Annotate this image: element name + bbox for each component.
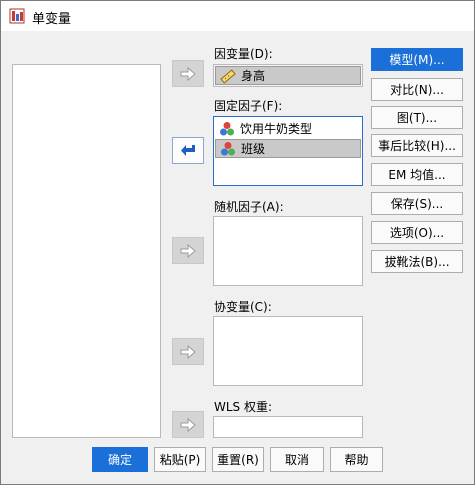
fixed-factors-label: 固定因子(F): <box>214 99 283 113</box>
dependent-field[interactable]: 身高 <box>213 64 363 87</box>
options-button[interactable]: 选项(O)... <box>371 221 463 244</box>
dependent-item[interactable]: 身高 <box>215 66 361 85</box>
window-title: 单变量 <box>32 12 72 27</box>
dialog-window: 单变量 因变量(D): 身高 固定因子(F): 饮用牛奶类型 班级 随机因子(A… <box>0 0 475 485</box>
move-to-covariates-button[interactable] <box>172 338 204 365</box>
model-button[interactable]: 模型(M)... <box>371 48 463 71</box>
wls-weight-field[interactable] <box>213 416 363 438</box>
bootstrap-button[interactable]: 拔靴法(B)... <box>371 250 463 273</box>
list-item[interactable]: 饮用牛奶类型 <box>215 119 361 138</box>
covariates-list[interactable] <box>213 316 363 386</box>
arrow-right-icon <box>180 243 196 258</box>
app-icon <box>9 8 25 24</box>
random-factors-list[interactable] <box>213 216 363 286</box>
help-button[interactable]: 帮助 <box>330 447 383 472</box>
plots-button[interactable]: 图(T)... <box>371 106 463 129</box>
move-to-wls-weight-button[interactable] <box>172 411 204 438</box>
arrow-right-icon <box>180 66 196 81</box>
move-to-fixed-factors-button[interactable] <box>172 137 204 164</box>
cancel-button[interactable]: 取消 <box>270 447 324 472</box>
ok-button[interactable]: 确定 <box>92 447 148 472</box>
factor-label: 饮用牛奶类型 <box>240 122 313 136</box>
factor-label: 班级 <box>241 142 266 156</box>
title-bar: 单变量 <box>1 1 474 31</box>
covariates-label: 协变量(C): <box>214 300 272 314</box>
move-to-random-factors-button[interactable] <box>172 237 204 264</box>
arrow-right-icon <box>180 417 196 432</box>
nominal-variable-icon <box>220 121 234 135</box>
source-variable-list[interactable] <box>12 64 161 438</box>
wls-weight-label: WLS 权重: <box>214 400 273 414</box>
list-item[interactable]: 班级 <box>215 139 361 158</box>
arrow-left-icon <box>181 144 195 156</box>
dependent-variable: 身高 <box>241 69 266 83</box>
fixed-factors-list[interactable]: 饮用牛奶类型 班级 <box>213 116 363 186</box>
arrow-right-icon <box>180 344 196 359</box>
post-hoc-button[interactable]: 事后比较(H)... <box>371 134 463 157</box>
paste-button[interactable]: 粘贴(P) <box>154 447 206 472</box>
nominal-variable-icon <box>221 141 235 155</box>
save-button[interactable]: 保存(S)... <box>371 192 463 215</box>
contrasts-button[interactable]: 对比(N)... <box>371 78 463 101</box>
reset-button[interactable]: 重置(R) <box>212 447 264 472</box>
move-to-dependent-button[interactable] <box>172 60 204 87</box>
em-means-button[interactable]: EM 均值... <box>371 163 463 186</box>
dependent-label: 因变量(D): <box>214 47 273 61</box>
random-factors-label: 随机因子(A): <box>214 200 284 214</box>
ruler-icon <box>220 68 236 84</box>
